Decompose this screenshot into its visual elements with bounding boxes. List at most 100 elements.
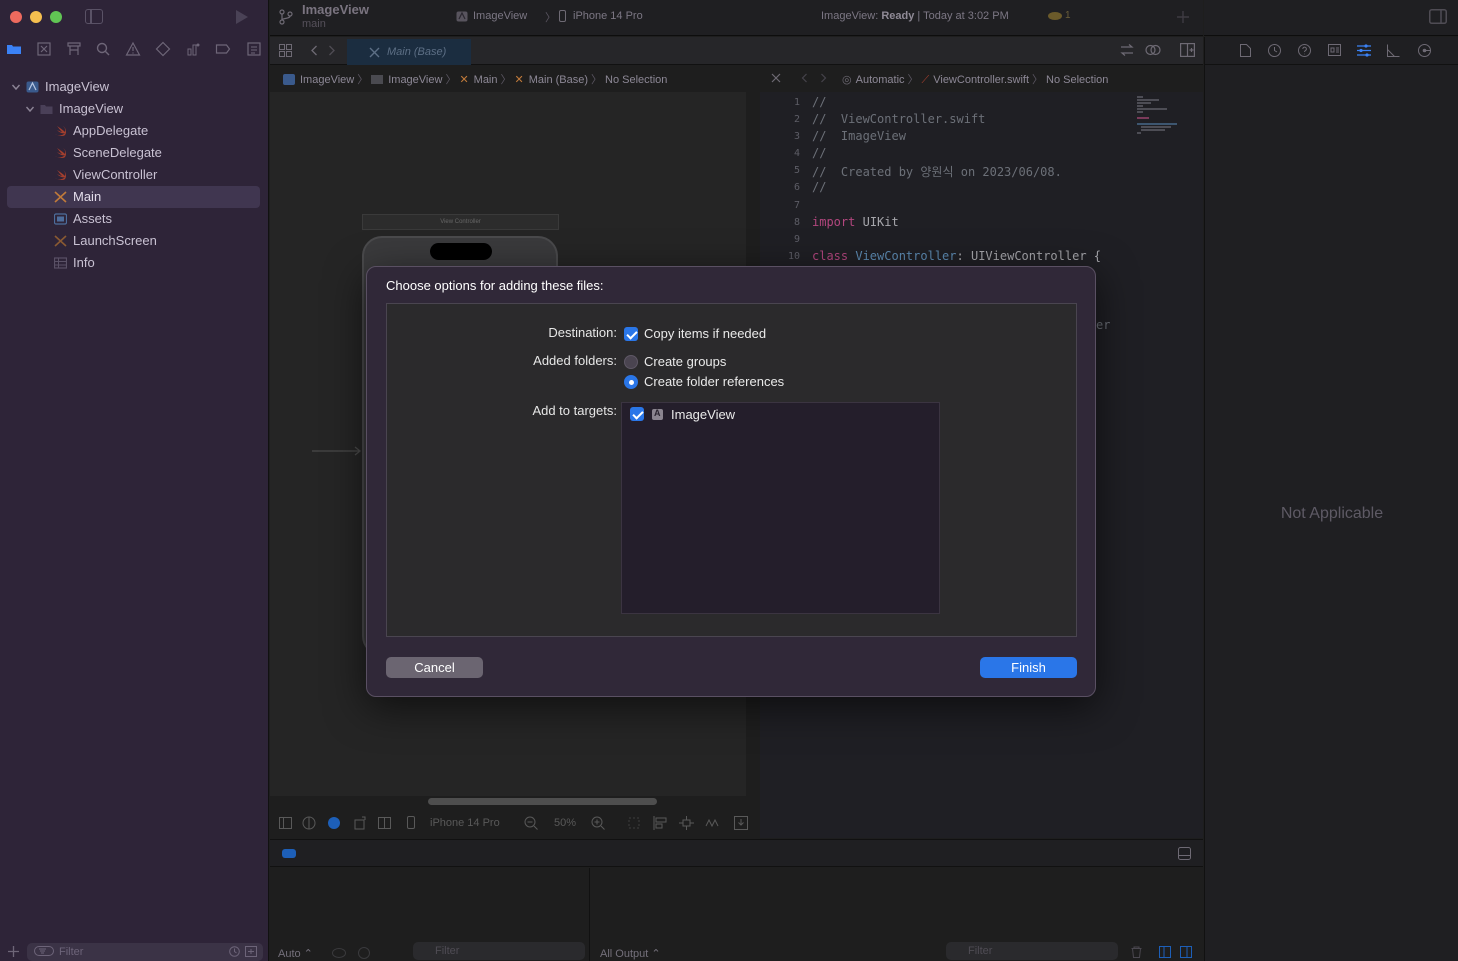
jump-item[interactable]: No Selection: [605, 74, 667, 86]
zoom-level[interactable]: 50%: [554, 817, 576, 829]
connections-inspector-icon[interactable]: [1418, 44, 1431, 57]
console-panel-icon[interactable]: [1180, 946, 1192, 958]
tree-item-file[interactable]: Info: [0, 252, 269, 274]
history-inspector-icon[interactable]: [1268, 44, 1281, 57]
assistant-icon[interactable]: [1145, 43, 1161, 57]
checkbox-checked-icon[interactable]: [630, 407, 644, 421]
canvas-horizontal-scrollbar[interactable]: [428, 798, 657, 805]
chevron-down-icon[interactable]: [11, 82, 21, 92]
jump-item[interactable]: Automatic: [856, 74, 905, 86]
console-filter-input[interactable]: Filter: [946, 942, 1118, 960]
navigator-filter-input[interactable]: Filter: [27, 943, 263, 961]
project-navigator-icon[interactable]: [6, 41, 22, 57]
breakpoint-navigator-icon[interactable]: [215, 41, 231, 57]
code-line[interactable]: //: [812, 95, 826, 109]
tree-item-file[interactable]: ViewController: [0, 164, 269, 186]
add-icon[interactable]: [8, 946, 19, 957]
dark-appearance-icon[interactable]: [327, 816, 341, 830]
tab-main-base[interactable]: Main (Base): [347, 39, 471, 65]
finish-button[interactable]: Finish: [980, 657, 1077, 678]
tree-item-group[interactable]: ImageView: [0, 98, 269, 120]
back-arrow-icon[interactable]: [801, 73, 808, 83]
device-icon[interactable]: [407, 816, 415, 829]
code-line-import[interactable]: import UIKit: [812, 215, 899, 229]
appearance-icon[interactable]: [302, 816, 316, 830]
jump-item[interactable]: Main (Base): [529, 74, 588, 86]
zoom-out-icon[interactable]: [524, 816, 538, 830]
tree-item-file[interactable]: Assets: [0, 208, 269, 230]
jump-item[interactable]: ImageView: [388, 74, 442, 86]
zoom-window-button[interactable]: [50, 11, 62, 23]
test-navigator-icon[interactable]: [155, 41, 171, 57]
attributes-inspector-icon[interactable]: [1357, 44, 1371, 57]
layout-icon[interactable]: [378, 817, 391, 829]
output-selector[interactable]: All Output ⌃: [600, 947, 661, 960]
entry-point-arrow-icon[interactable]: [312, 446, 362, 456]
console-toggle-icon[interactable]: [282, 849, 296, 858]
help-inspector-icon[interactable]: [1298, 44, 1311, 57]
tree-item-project[interactable]: ImageView: [0, 76, 269, 98]
quick-look-icon[interactable]: [332, 948, 346, 958]
hide-debug-area-icon[interactable]: [1178, 847, 1191, 860]
jump-bar-right[interactable]: ◎ Automatic 〉 ⟋ ViewController.swift 〉 No Sele…: [842, 71, 1108, 87]
code-line[interactable]: // ViewController.swift: [812, 112, 985, 126]
debug-navigator-icon[interactable]: [185, 41, 201, 57]
swap-icon[interactable]: [1120, 44, 1134, 56]
sidebar-toggle-icon[interactable]: [85, 9, 103, 24]
code-line-class[interactable]: class ViewController: UIViewController {: [812, 249, 1101, 263]
code-line[interactable]: //: [812, 146, 826, 160]
device-selector[interactable]: iPhone 14 Pro: [430, 817, 500, 829]
close-editor-icon[interactable]: [771, 73, 781, 83]
tree-item-file[interactable]: SceneDelegate: [0, 142, 269, 164]
code-line[interactable]: // Created by 양원식 on 2023/06/08.: [812, 163, 1062, 180]
split-editor-icon[interactable]: [1180, 43, 1195, 57]
jump-item[interactable]: No Selection: [1046, 74, 1108, 86]
issue-navigator-icon[interactable]: [125, 41, 141, 57]
tree-item-file-selected[interactable]: Main: [7, 186, 260, 208]
variables-panel-icon[interactable]: [1159, 946, 1171, 958]
update-frames-icon[interactable]: [627, 816, 641, 830]
tree-item-file[interactable]: AppDelegate: [0, 120, 269, 142]
forward-arrow-icon[interactable]: [820, 73, 827, 83]
identity-inspector-icon[interactable]: [1328, 44, 1341, 56]
chevron-down-icon[interactable]: [25, 104, 35, 114]
trash-icon[interactable]: [1131, 946, 1142, 958]
jump-item[interactable]: Main: [474, 74, 498, 86]
info-icon[interactable]: [358, 947, 370, 959]
jump-item[interactable]: ViewController.swift: [933, 74, 1029, 86]
embed-in-icon[interactable]: [734, 816, 748, 830]
document-outline-icon[interactable]: [279, 817, 292, 829]
orientation-icon[interactable]: [354, 816, 368, 830]
back-arrow-icon[interactable]: [310, 45, 318, 56]
add-constraints-icon[interactable]: [679, 816, 694, 830]
align-icon[interactable]: [653, 816, 668, 830]
cancel-button[interactable]: Cancel: [386, 657, 483, 678]
jump-item[interactable]: ImageView: [300, 74, 354, 86]
scene-label[interactable]: View Controller: [362, 214, 559, 230]
tree-item-file[interactable]: LaunchScreen: [0, 230, 269, 252]
file-inspector-icon[interactable]: [1240, 44, 1251, 57]
source-control-filter-icon[interactable]: [245, 946, 257, 957]
close-window-button[interactable]: [10, 11, 22, 23]
code-line[interactable]: // ImageView: [812, 129, 906, 143]
related-items-icon[interactable]: [279, 44, 292, 57]
source-control-navigator-icon[interactable]: [36, 41, 52, 57]
library-add-icon[interactable]: [1177, 11, 1189, 23]
inspector-toggle-icon[interactable]: [1429, 9, 1447, 24]
run-icon[interactable]: [236, 10, 248, 24]
symbol-navigator-icon[interactable]: [66, 41, 82, 57]
zoom-in-icon[interactable]: [591, 816, 605, 830]
size-inspector-icon[interactable]: [1387, 44, 1400, 57]
filter-options-icon[interactable]: [34, 946, 54, 956]
jump-bar-left[interactable]: ImageView 〉 ImageView 〉 ✕ Main 〉 ✕ Main (Base) 〉 N…: [283, 71, 667, 87]
code-minimap[interactable]: [1123, 92, 1191, 222]
code-line[interactable]: //: [812, 180, 826, 194]
find-navigator-icon[interactable]: [95, 41, 111, 57]
auto-scope-selector[interactable]: Auto ⌃: [278, 947, 313, 960]
minimize-window-button[interactable]: [30, 11, 42, 23]
report-navigator-icon[interactable]: [246, 41, 262, 57]
forward-arrow-icon[interactable]: [328, 45, 336, 56]
recent-files-icon[interactable]: [229, 946, 240, 957]
resolve-autolayout-icon[interactable]: [705, 816, 720, 830]
variables-filter-input[interactable]: Filter: [413, 942, 585, 960]
